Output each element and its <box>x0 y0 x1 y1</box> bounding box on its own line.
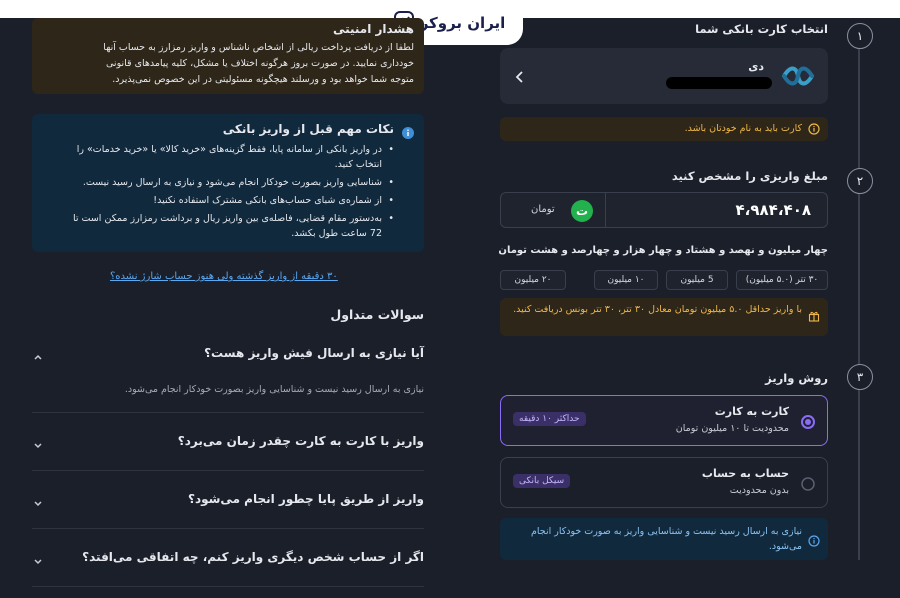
chevron-up-icon[interactable] <box>32 348 44 360</box>
step-number: ۱ <box>847 23 873 49</box>
step-title: مبلغ واریزی را مشخص کنید <box>671 169 828 183</box>
info-icon <box>808 532 820 551</box>
card-name-warning: کارت باید به نام خودتان باشد. <box>500 117 828 141</box>
note-item: شناسایی واریز بصورت خودکار انجام می‌شود … <box>60 175 394 190</box>
faq-question[interactable]: واریز با کارت به کارت چقدر زمان می‌برد؟ <box>178 434 424 448</box>
quick-amount-chip[interactable]: ۳۰ تتر (۵.۰ میلیون) <box>736 270 828 290</box>
security-alert: هشدار امنیتی لطفا از دریافت پرداخت ریالی… <box>32 18 424 94</box>
quick-amount-chip[interactable]: ۱۰ میلیون <box>594 270 658 290</box>
faq-answer: نیازی به ارسال رسید نیست و شناسایی واریز… <box>124 384 424 395</box>
faq-title: سوالات متداول <box>330 307 424 322</box>
bonus-notice: با واریز حداقل ۵.۰ میلیون تومان معادل ۳۰… <box>500 298 828 336</box>
step-number: ۲ <box>847 168 873 194</box>
chevron-down-icon[interactable] <box>32 494 44 507</box>
important-notes-title: نکات مهم قبل از واریز بانکی <box>222 122 394 136</box>
gift-icon <box>808 310 820 325</box>
divider <box>32 470 424 471</box>
info-icon <box>808 123 820 138</box>
method-subtitle: بدون محدودیت <box>729 485 789 496</box>
security-alert-line: متوجه شما خواهد بود و ورسلند هیچگونه مسئ… <box>112 74 414 85</box>
chevron-left-icon[interactable] <box>514 69 526 88</box>
quick-amount-chip[interactable]: 5 میلیون <box>666 270 728 290</box>
amount-value[interactable]: ۴،۹۸۴،۴۰۸ <box>736 201 811 219</box>
note-item: در واریز بانکی از سامانه پایا، فقط گزینه… <box>60 142 394 172</box>
card-number-redacted <box>666 77 772 89</box>
radio-selected-icon[interactable] <box>801 414 815 433</box>
chevron-down-icon[interactable] <box>32 552 44 565</box>
quick-amount-chip[interactable]: ۲۰ میلیون <box>500 270 566 290</box>
method-title: کارت به کارت <box>714 405 789 418</box>
divider <box>32 412 424 413</box>
step-number: ۳ <box>847 364 873 390</box>
amount-in-words: چهار میلیون و نهصد و هشتاد و چهار هزار و… <box>498 245 828 256</box>
bank-dey-logo-icon <box>780 64 816 92</box>
step-title: انتخاب کارت بانکی شما <box>695 22 828 36</box>
step-title: روش واریز <box>765 371 828 385</box>
divider <box>32 528 424 529</box>
chevron-down-icon[interactable] <box>32 436 44 449</box>
method-title: حساب به حساب <box>701 467 789 480</box>
stepper-line <box>858 48 860 560</box>
payment-method-account-to-account[interactable]: حساب به حساب بدون محدودیت سیکل بانکی <box>500 457 828 508</box>
method-badge: سیکل بانکی <box>513 474 571 488</box>
logo-text: ایران بروکر <box>419 13 506 32</box>
bonus-text: با واریز حداقل ۵.۰ میلیون تومان معادل ۳۰… <box>513 304 802 315</box>
amount-input[interactable]: ۴،۹۸۴،۴۰۸ ت تومان <box>500 192 828 228</box>
info-icon <box>402 124 414 143</box>
warning-text: کارت باید به نام خودتان باشد. <box>684 123 802 134</box>
method-subtitle: محدودیت تا ۱۰ میلیون تومان <box>675 423 789 434</box>
note-item: از شماره‌ی شبای حساب‌های بانکی مشترک است… <box>60 193 394 208</box>
faq-question[interactable]: اگر از حساب شخص دیگری واریز کنم، چه اتفا… <box>82 550 424 564</box>
faq-question[interactable]: آیا نیازی به ارسال فیش واریز هست؟ <box>204 346 424 360</box>
radio-unselected-icon[interactable] <box>801 476 815 495</box>
note-item: به‌دستور مقام قضایی، فاصله‌ی بین واریز ر… <box>60 211 394 241</box>
security-alert-line: لطفا از دریافت پرداخت ریالی از اشخاص ناش… <box>103 42 414 53</box>
bank-card-selector[interactable]: دی <box>500 48 828 104</box>
method-info-box: نیازی به ارسال رسید نیست و شناسایی واریز… <box>500 518 828 560</box>
payment-method-card-to-card[interactable]: کارت به کارت محدودیت تا ۱۰ میلیون تومان … <box>500 395 828 446</box>
amount-divider <box>605 193 606 227</box>
late-deposit-link[interactable]: ۳۰ دقیقه از واریز گذشته ولی هنوز حساب شا… <box>110 271 338 282</box>
currency-label: تومان <box>531 204 555 215</box>
divider <box>32 586 424 587</box>
important-notes-box: نکات مهم قبل از واریز بانکی در واریز بان… <box>32 114 424 252</box>
security-alert-line: خودداری نمایید. در صورت بروز هرگونه اختل… <box>106 58 414 69</box>
toman-icon: ت <box>571 200 593 222</box>
security-alert-title: هشدار امنیتی <box>332 22 414 36</box>
method-badge: حداکثر ۱۰ دقیقه <box>513 412 586 426</box>
bank-name: دی <box>748 60 764 73</box>
method-info-text: نیازی به ارسال رسید نیست و شناسایی واریز… <box>531 526 802 552</box>
faq-question[interactable]: واریز از طریق پایا چطور انجام می‌شود؟ <box>188 492 424 506</box>
